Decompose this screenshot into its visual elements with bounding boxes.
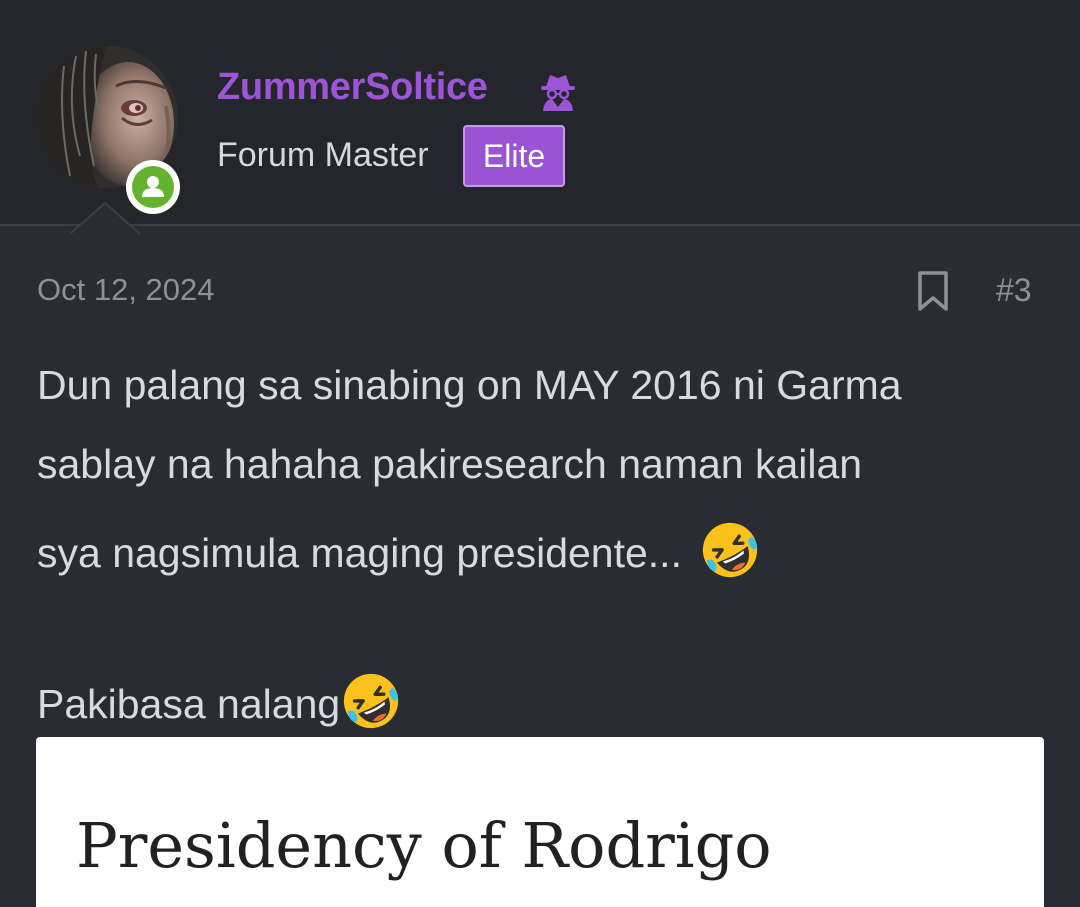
post-author-header: ZummerSoltice Forum Master Elite: [0, 8, 1080, 235]
embedded-article-title: Presidency of Rodrigo: [76, 809, 772, 882]
message-pointer: [70, 201, 140, 235]
post-body-text: sya nagsimula maging presidente...: [37, 530, 682, 576]
post-body-line: sya nagsimula maging presidente...: [37, 519, 761, 581]
rolling-on-floor-laughing-emoji: [703, 522, 758, 578]
rolling-on-floor-laughing-emoji: [344, 673, 399, 729]
username-link[interactable]: ZummerSoltice: [217, 66, 488, 109]
post-body-line: Dun palang sa sinabing on MAY 2016 ni Ga…: [37, 362, 902, 408]
post-body-text: Pakibasa nalang: [37, 681, 341, 727]
post-body-line: sablay na hahaha pakiresearch naman kail…: [37, 441, 863, 487]
post-date[interactable]: Oct 12, 2024: [37, 272, 215, 308]
user-role: Forum Master: [217, 136, 429, 174]
user-badge: Elite: [463, 125, 565, 187]
spy-icon: [541, 75, 575, 111]
post-body-line: Pakibasa nalang: [37, 670, 402, 732]
post-number-link[interactable]: #3: [996, 272, 1032, 309]
bookmark-icon[interactable]: [916, 270, 950, 312]
embedded-screenshot-image[interactable]: Presidency of Rodrigo: [36, 737, 1044, 907]
